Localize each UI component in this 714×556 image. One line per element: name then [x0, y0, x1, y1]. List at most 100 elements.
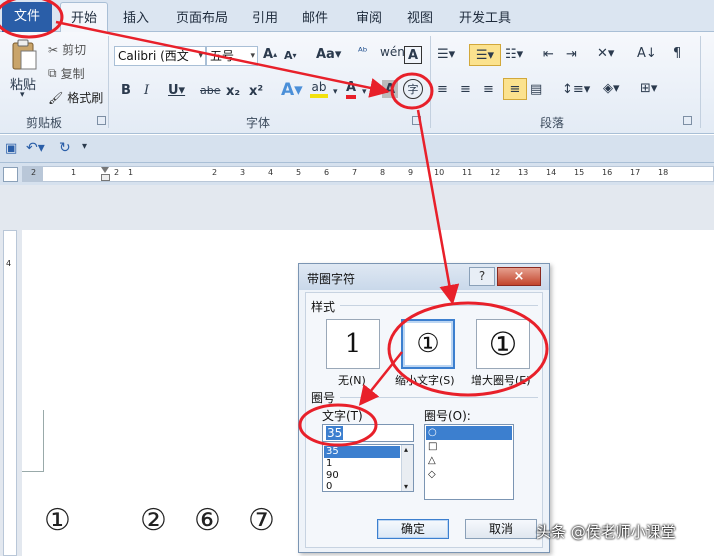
dialog-title: 带圈字符: [307, 272, 356, 286]
scrollbar[interactable]: ▴ ▾: [401, 445, 413, 491]
italic-icon[interactable]: I: [144, 83, 149, 98]
style-enlarge-symbol-label[interactable]: 增大圈号(E): [471, 372, 531, 388]
shading-icon[interactable]: ◈▾: [603, 81, 620, 96]
align-left-icon[interactable]: ≡: [437, 82, 448, 97]
align-right-icon[interactable]: ≡: [483, 82, 494, 97]
tab-review[interactable]: 审阅: [356, 7, 382, 26]
highlight-icon[interactable]: ab: [310, 80, 328, 98]
tab-view[interactable]: 视图: [407, 7, 433, 26]
style-none-label[interactable]: 无(N): [338, 372, 366, 388]
change-case-icon[interactable]: Aa▾: [316, 47, 341, 62]
enclosure-listbox[interactable]: ○ □ △ ◇: [424, 424, 514, 500]
ruler-number: 2: [31, 168, 37, 177]
numbering-icon[interactable]: ☰▾: [469, 44, 501, 66]
chevron-down-icon[interactable]: ▾: [362, 87, 367, 97]
decrease-indent-icon[interactable]: ⇤: [543, 47, 554, 62]
tab-home[interactable]: 开始: [71, 7, 97, 26]
ribbon-tab-bar: 文件 开始 插入 页面布局 引用 邮件 审阅 视图 开发工具: [0, 0, 714, 33]
list-item[interactable]: △: [426, 454, 512, 468]
font-size-combo[interactable]: 五号 ▾: [206, 46, 258, 66]
save-icon[interactable]: ▣: [5, 141, 17, 156]
scissors-icon: ✂: [48, 42, 59, 57]
list-item[interactable]: □: [426, 440, 512, 454]
list-item[interactable]: 1: [324, 458, 400, 470]
tab-file[interactable]: 文件: [2, 2, 52, 32]
cut-button[interactable]: ✂ 剪切: [48, 41, 86, 58]
enclose-characters-icon[interactable]: 字: [403, 79, 423, 99]
character-border-icon[interactable]: A: [404, 46, 422, 64]
phonetic-guide-icon[interactable]: wén: [380, 45, 405, 59]
hanging-indent-icon[interactable]: [101, 174, 110, 181]
list-item[interactable]: 0: [324, 481, 400, 493]
scroll-up-icon[interactable]: ▴: [404, 445, 408, 454]
style-shrink-text-label[interactable]: 缩小文字(S): [395, 372, 455, 388]
style-enlarge-symbol-option[interactable]: ①: [476, 319, 530, 369]
align-center-icon[interactable]: ≡: [460, 82, 471, 97]
text-input[interactable]: 35: [322, 424, 414, 442]
strikethrough-icon[interactable]: abe: [200, 84, 221, 97]
chevron-down-icon[interactable]: ▾: [333, 87, 338, 97]
ribbon: 粘贴 ▾ ✂ 剪切 ⧉ 复制 🖌 格式刷 剪贴板 Calibri (西文 ▾ 五号 ▾ A…: [0, 32, 714, 134]
font-dialog-launcher[interactable]: [412, 116, 421, 125]
ok-button[interactable]: 确定: [377, 519, 449, 539]
list-item[interactable]: 35: [324, 446, 400, 458]
cancel-button[interactable]: 取消: [465, 519, 537, 539]
font-name-combo[interactable]: Calibri (西文 ▾: [114, 46, 206, 66]
superscript-icon[interactable]: x²: [249, 84, 263, 99]
increase-indent-icon[interactable]: ⇥: [566, 47, 577, 62]
show-marks-icon[interactable]: ¶: [673, 46, 681, 61]
style-none-option[interactable]: 1: [326, 319, 380, 369]
tab-insert[interactable]: 插入: [123, 7, 149, 26]
scroll-down-icon[interactable]: ▾: [404, 482, 408, 491]
underline-icon[interactable]: U▾: [168, 83, 185, 98]
ruler-number: 13: [518, 168, 529, 177]
undo-icon[interactable]: ↶▾: [26, 140, 45, 156]
watermark-text: 头条 @侯老师小课堂: [536, 523, 676, 541]
vertical-ruler[interactable]: 4: [3, 230, 17, 556]
paste-dropdown-icon[interactable]: ▾: [20, 90, 25, 100]
horizontal-ruler[interactable]: 2 1 1 2 2 3 4 5 6 7 8 9 10 11 12 13 14 1…: [22, 166, 714, 182]
bullets-icon[interactable]: ☰▾: [437, 47, 455, 62]
list-item[interactable]: ○: [426, 426, 512, 440]
redo-icon[interactable]: ↻: [59, 140, 71, 156]
borders-icon[interactable]: ⊞▾: [640, 81, 657, 96]
shrink-font-icon[interactable]: A ▾: [284, 49, 297, 62]
help-button[interactable]: ?: [469, 267, 495, 286]
paragraph-dialog-launcher[interactable]: [683, 116, 692, 125]
style-glyph: ①: [416, 329, 440, 359]
line-spacing-icon[interactable]: ↕≡▾: [562, 82, 590, 97]
tab-page-layout[interactable]: 页面布局: [176, 7, 228, 26]
copy-button[interactable]: ⧉ 复制: [48, 65, 85, 82]
list-item[interactable]: ◇: [426, 468, 512, 482]
subscript-icon[interactable]: x₂: [226, 84, 240, 99]
tab-mailings[interactable]: 邮件: [302, 7, 328, 26]
justify-icon[interactable]: ≡: [503, 78, 527, 100]
indent-marker-icon[interactable]: [101, 167, 109, 173]
tab-developer[interactable]: 开发工具: [459, 7, 511, 26]
close-button[interactable]: ×: [497, 267, 541, 286]
grow-font-icon[interactable]: A ▴: [263, 47, 277, 62]
ruler-number: 10: [434, 168, 445, 177]
text-effects-icon[interactable]: A▾: [281, 80, 303, 100]
clear-formatting-icon[interactable]: ᴬᵇ: [358, 45, 367, 58]
tab-selector-button[interactable]: [3, 167, 18, 182]
font-color-icon[interactable]: A: [346, 80, 357, 99]
customize-qat-icon[interactable]: ▾: [82, 141, 87, 152]
bold-icon[interactable]: B: [121, 83, 131, 98]
sort-icon[interactable]: A↓: [637, 46, 657, 61]
text-listbox[interactable]: 35 1 90 0 ▴ ▾: [322, 444, 414, 492]
chevron-down-icon: ▾: [198, 51, 203, 61]
clipboard-dialog-launcher[interactable]: [97, 116, 106, 125]
page-margin-marker: [22, 410, 44, 472]
style-shrink-text-option[interactable]: ①: [401, 319, 455, 369]
asian-layout-icon[interactable]: ✕▾: [597, 46, 614, 61]
dialog-titlebar[interactable]: 带圈字符 ? ×: [299, 264, 549, 290]
circled-char-6: ⑥: [194, 503, 221, 538]
character-shading-icon[interactable]: A: [382, 80, 398, 98]
paste-icon[interactable]: [8, 38, 40, 72]
multilevel-list-icon[interactable]: ☷▾: [505, 47, 523, 62]
ruler-number: 1: [71, 168, 77, 177]
format-painter-button[interactable]: 🖌 格式刷: [48, 89, 103, 106]
distributed-icon[interactable]: ▤: [530, 82, 542, 97]
tab-references[interactable]: 引用: [252, 7, 278, 26]
